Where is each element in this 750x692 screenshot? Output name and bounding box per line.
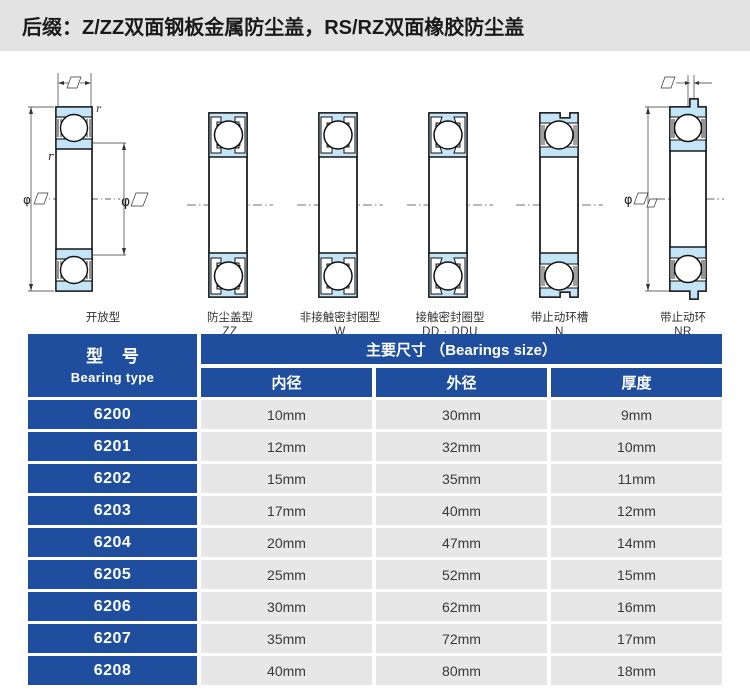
cell-outer: 72mm (376, 624, 547, 653)
diagram-shielded-zz: 防尘盖型 ZZ (185, 107, 275, 339)
cell-bore: 10mm (201, 400, 372, 429)
table-row: 6205 25mm 52mm 15mm (0, 560, 750, 589)
header-col-outer: 外径 (376, 368, 547, 397)
cell-width: 12mm (551, 496, 722, 525)
header-col-bore: 内径 (201, 368, 372, 397)
header-size-group: 主要尺寸 （Bearings size） (201, 334, 722, 364)
phi-symbol-nr: φ (624, 193, 633, 208)
cell-outer: 52mm (376, 560, 547, 589)
cell-bore: 30mm (201, 592, 372, 621)
caption-n-cn: 带止动环槽 (530, 310, 589, 324)
cell-bearing-type: 6208 (28, 656, 197, 685)
cell-bearing-type: 6200 (28, 400, 197, 429)
caption-w-cn: 非接触密封圈型 (299, 310, 381, 324)
caption-dd-cn: 接触密封圈型 (415, 310, 485, 324)
header-bar: 后缀：Z/ZZ双面钢板金属防尘盖，RS/RZ双面橡胶防尘盖 (0, 0, 750, 51)
bearing-cross-section-nr (669, 98, 707, 300)
zz-drawing (187, 112, 273, 298)
cell-outer: 32mm (376, 432, 547, 461)
header-cell-sizes: 主要尺寸 （Bearings size） 内径 外径 厚度 (201, 334, 722, 397)
cell-bore: 12mm (201, 432, 372, 461)
n-drawing (516, 112, 603, 298)
cell-outer: 80mm (376, 656, 547, 685)
cell-outer: 62mm (376, 592, 547, 621)
page-title: 后缀：Z/ZZ双面钢板金属防尘盖，RS/RZ双面橡胶防尘盖 (22, 17, 525, 39)
cell-width: 15mm (551, 560, 722, 589)
nr-drawing: φ (624, 75, 724, 300)
table-row: 6202 15mm 35mm 11mm (0, 464, 750, 493)
bearing-spec-table: 型 号 Bearing type 主要尺寸 （Bearings size） 内径… (0, 334, 750, 688)
cell-width: 11mm (551, 464, 722, 493)
cell-width: 14mm (551, 528, 722, 557)
cell-bore: 25mm (201, 560, 372, 589)
cell-width: 17mm (551, 624, 722, 653)
cell-bearing-type: 6202 (28, 464, 197, 493)
cell-bore: 15mm (201, 464, 372, 493)
w-drawing (297, 112, 383, 298)
diagram-snap-ring-groove-n: 带止动环槽 N (512, 107, 607, 339)
table-row: 6207 35mm 72mm 17mm (0, 624, 750, 653)
phi-symbol-right: φ (121, 194, 130, 210)
dd-drawing (407, 112, 493, 298)
cell-outer: 30mm (376, 400, 547, 429)
cell-width: 16mm (551, 592, 722, 621)
cell-width: 18mm (551, 656, 722, 685)
caption-open-type: 开放型 (85, 310, 121, 324)
ball-top (59, 113, 89, 143)
cell-bore: 20mm (201, 528, 372, 557)
table-row: 6203 17mm 40mm 12mm (0, 496, 750, 525)
ball-bottom (59, 255, 89, 285)
bearing-cross-section (55, 106, 93, 292)
bearing-diagram-strip: φ φ r r 开放型 防尘盖型 ZZ 非接触密封圈型 W 接触密封圈型 DD … (0, 51, 750, 338)
cell-bore: 35mm (201, 624, 372, 653)
header-cell-bearing-type: 型 号 Bearing type (28, 334, 197, 397)
cell-bearing-type: 6203 (28, 496, 197, 525)
cell-bearing-type: 6205 (28, 560, 197, 589)
phi-symbol-left: φ (23, 193, 31, 207)
diagram-non-contact-seal-w: 非接触密封圈型 W (290, 107, 390, 339)
cell-width: 9mm (551, 400, 722, 429)
table-body: 6200 10mm 30mm 9mm 6201 12mm 32mm 10mm 6202 15mm 3… (0, 400, 750, 685)
header-type-cn: 型 号 (86, 347, 146, 367)
cell-bearing-type: 6207 (28, 624, 197, 653)
diagram-open-type: φ φ r r 开放型 (18, 55, 188, 325)
header-type-en: Bearing type (70, 369, 155, 385)
cell-outer: 40mm (376, 496, 547, 525)
diagram-contact-seal-dd: 接触密封圈型 DD · DDU (400, 107, 500, 339)
table-row: 6200 10mm 30mm 9mm (0, 400, 750, 429)
open-type-drawing: φ φ r r (23, 73, 149, 292)
radius-label-left: r (48, 150, 54, 163)
table-row: 6201 12mm 32mm 10mm (0, 432, 750, 461)
cell-bore: 40mm (201, 656, 372, 685)
table-row: 6204 20mm 47mm 14mm (0, 528, 750, 557)
cell-bore: 17mm (201, 496, 372, 525)
header-col-width: 厚度 (551, 368, 722, 397)
caption-zz-cn: 防尘盖型 (207, 310, 253, 324)
caption-nr-cn: 带止动环 (660, 310, 706, 324)
cell-outer: 47mm (376, 528, 547, 557)
table-row: 6208 40mm 80mm 18mm (0, 656, 750, 685)
radius-label-top: r (96, 104, 102, 115)
cell-bearing-type: 6204 (28, 528, 197, 557)
cell-outer: 35mm (376, 464, 547, 493)
table-header-row: 型 号 Bearing type 主要尺寸 （Bearings size） 内径… (0, 334, 750, 397)
table-row: 6206 30mm 62mm 16mm (0, 592, 750, 621)
cell-width: 10mm (551, 432, 722, 461)
diagram-snap-ring-nr: φ 带止动环 NR (616, 55, 750, 339)
cell-bearing-type: 6206 (28, 592, 197, 621)
cell-bearing-type: 6201 (28, 432, 197, 461)
